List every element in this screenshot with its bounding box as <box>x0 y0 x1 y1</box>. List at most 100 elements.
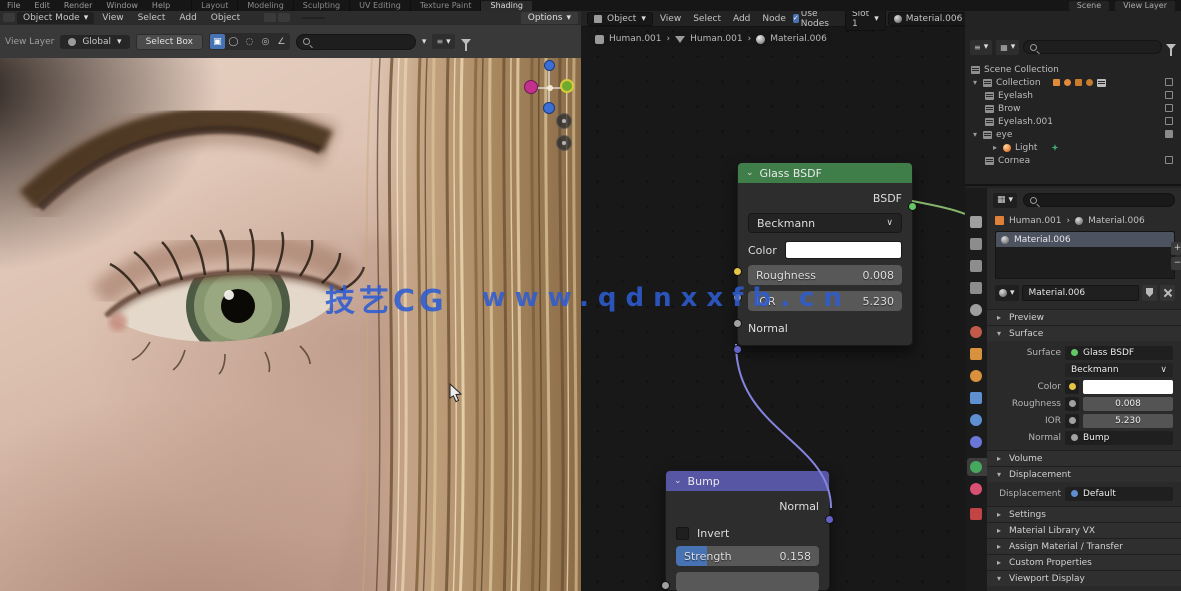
select-box-icon[interactable]: ▣ <box>210 34 225 49</box>
outliner-row-collection[interactable]: ▾ Collection <box>965 76 1181 89</box>
collapse-icon[interactable]: ⌄ <box>674 476 682 486</box>
breadcrumb-data[interactable]: Human.001 <box>690 34 743 44</box>
gizmo-y-axis[interactable] <box>560 79 574 93</box>
menu-help[interactable]: Help <box>145 1 177 11</box>
toolbar-search[interactable] <box>296 34 416 50</box>
tab-view-layer-icon[interactable] <box>970 282 982 294</box>
roughness-slider[interactable]: 0.008 <box>1083 397 1173 411</box>
tab-output-icon[interactable] <box>970 260 982 272</box>
properties-search[interactable] <box>1023 193 1175 207</box>
proportional-edit-icon[interactable] <box>278 13 290 22</box>
section-viewport-display[interactable]: ▾ Viewport Display <box>987 570 1181 586</box>
shader-type-dropdown[interactable]: Object ▾ <box>587 12 653 26</box>
outliner-search-input[interactable] <box>1042 42 1122 52</box>
section-settings[interactable]: ▸ Settings <box>987 506 1181 522</box>
outliner-row-eyelash[interactable]: Eyelash <box>965 89 1181 102</box>
cursor-tool-icon[interactable]: ◎ <box>258 34 273 49</box>
tab-scene-icon[interactable] <box>970 304 982 316</box>
normal-input-socket[interactable] <box>733 345 742 354</box>
exclude-checkbox[interactable] <box>1165 104 1173 112</box>
tab-layout[interactable]: Layout <box>191 1 237 11</box>
mode-dropdown[interactable]: Object Mode ▾ <box>17 12 94 24</box>
display-mode-icon[interactable]: ≡▾ <box>432 34 454 49</box>
material-preview-dropdown[interactable]: ▾ <box>995 285 1019 301</box>
outliner-row-brow[interactable]: Brow <box>965 102 1181 115</box>
viewport-menu-object[interactable]: Object <box>205 12 246 24</box>
snap-magnet-icon[interactable] <box>264 13 276 22</box>
section-assign-material[interactable]: ▸ Assign Material / Transfer <box>987 538 1181 554</box>
outliner-row-eyelash-001[interactable]: Eyelash.001 <box>965 115 1181 128</box>
glass-node-header[interactable]: ⌄ Glass BSDF <box>738 163 912 183</box>
filter-funnel-icon[interactable] <box>461 39 471 45</box>
editor-type-icon[interactable] <box>3 13 15 22</box>
outliner-row-light[interactable]: ▸ Light <box>965 141 1181 154</box>
tab-world-icon[interactable] <box>970 326 982 338</box>
ior-slider[interactable]: IOR 5.230 <box>748 291 902 311</box>
outliner-row-cornea[interactable]: Cornea <box>965 154 1181 167</box>
distribution-dropdown[interactable]: Beckmann ∨ <box>748 213 902 233</box>
strength-input-socket[interactable] <box>661 581 670 590</box>
editor-type-icon[interactable]: ▦▾ <box>993 193 1017 208</box>
add-slot-button[interactable]: + <box>1171 242 1181 255</box>
normal-dropdown[interactable]: Bump <box>1065 431 1173 445</box>
distribution-dropdown[interactable]: Beckmann ∨ <box>1065 363 1173 377</box>
material-slot-selected[interactable]: Material.006 <box>996 232 1174 247</box>
shader-menu-add[interactable]: Add <box>728 13 755 25</box>
roughness-input-socket[interactable] <box>733 293 742 302</box>
tab-modifiers-icon[interactable] <box>970 392 982 404</box>
roughness-slider[interactable]: Roughness 0.008 <box>748 265 902 285</box>
exclude-checkbox[interactable] <box>1165 91 1173 99</box>
section-displacement[interactable]: ▾ Displacement <box>987 466 1181 482</box>
exclude-checkbox[interactable] <box>1165 130 1173 138</box>
viewport-menu-view[interactable]: View <box>96 12 129 24</box>
navigation-gizmo[interactable] <box>520 58 581 128</box>
invert-checkbox[interactable] <box>676 527 689 540</box>
viewport-menu-select[interactable]: Select <box>132 12 172 24</box>
bsdf-output-socket[interactable] <box>908 202 917 211</box>
ior-slider[interactable]: 5.230 <box>1083 414 1173 428</box>
outliner-row-scene-collection[interactable]: Scene Collection <box>965 63 1181 76</box>
camera-view-button[interactable] <box>556 135 572 151</box>
tab-tool-icon[interactable] <box>970 216 982 228</box>
gizmo-z-neg-axis[interactable] <box>543 102 555 114</box>
section-volume[interactable]: ▸ Volume <box>987 450 1181 466</box>
menu-render[interactable]: Render <box>57 1 99 11</box>
expand-icon[interactable]: ▾ <box>971 130 979 139</box>
bump-node[interactable]: ⌄ Bump Normal Invert Strength 0.158 <box>665 470 830 591</box>
filter-funnel-icon[interactable] <box>1166 44 1176 50</box>
shader-menu-select[interactable]: Select <box>688 13 726 25</box>
scene-selector[interactable]: Scene <box>1069 1 1109 11</box>
breadcrumb-material[interactable]: Material.006 <box>770 34 827 44</box>
section-custom-properties[interactable]: ▸ Custom Properties <box>987 554 1181 570</box>
bump-node-header[interactable]: ⌄ Bump <box>666 471 829 491</box>
breadcrumb-object[interactable]: Human.001 <box>1009 216 1062 226</box>
use-nodes-checkbox[interactable]: ✓ <box>793 14 799 23</box>
exclude-checkbox[interactable] <box>1165 117 1173 125</box>
measure-tool-icon[interactable]: ∠ <box>274 34 289 49</box>
tab-object-icon[interactable] <box>970 348 982 360</box>
menu-window[interactable]: Window <box>99 1 145 11</box>
menu-file[interactable]: File <box>0 1 27 11</box>
section-preview[interactable]: ▸ Preview <box>987 309 1181 325</box>
tab-material-icon[interactable] <box>970 483 982 495</box>
chevron-down-icon[interactable]: ▾ <box>422 37 427 47</box>
strength-slider[interactable]: Strength 0.158 <box>676 546 819 566</box>
color-swatch[interactable] <box>785 241 902 259</box>
section-material-library[interactable]: ▸ Material Library VX <box>987 522 1181 538</box>
fake-user-button[interactable] <box>1142 285 1157 301</box>
exclude-checkbox[interactable] <box>1165 156 1173 164</box>
section-surface[interactable]: ▾ Surface <box>987 325 1181 341</box>
tab-texture-paint[interactable]: Texture Paint <box>410 1 481 11</box>
display-mode-icon[interactable]: ▦▾ <box>996 40 1019 55</box>
outliner-row-eye[interactable]: ▾ eye <box>965 128 1181 141</box>
orientation-dropdown[interactable]: Global ▾ <box>60 35 129 49</box>
editor-type-icon[interactable]: ≡▾ <box>970 40 992 55</box>
remove-slot-button[interactable]: − <box>1171 257 1181 270</box>
options-dropdown[interactable]: Options ▾ <box>521 12 578 24</box>
shader-editor-region[interactable]: Object ▾ View Select Add Node ✓ Use Node… <box>581 11 965 591</box>
tab-physics-icon[interactable] <box>970 414 982 426</box>
expand-icon[interactable]: ▾ <box>971 78 979 87</box>
glass-bsdf-node[interactable]: ⌄ Glass BSDF BSDF Beckmann ∨ Color Rough… <box>737 162 913 346</box>
shader-menu-node[interactable]: Node <box>757 13 791 25</box>
breadcrumb-material[interactable]: Material.006 <box>1088 216 1145 226</box>
